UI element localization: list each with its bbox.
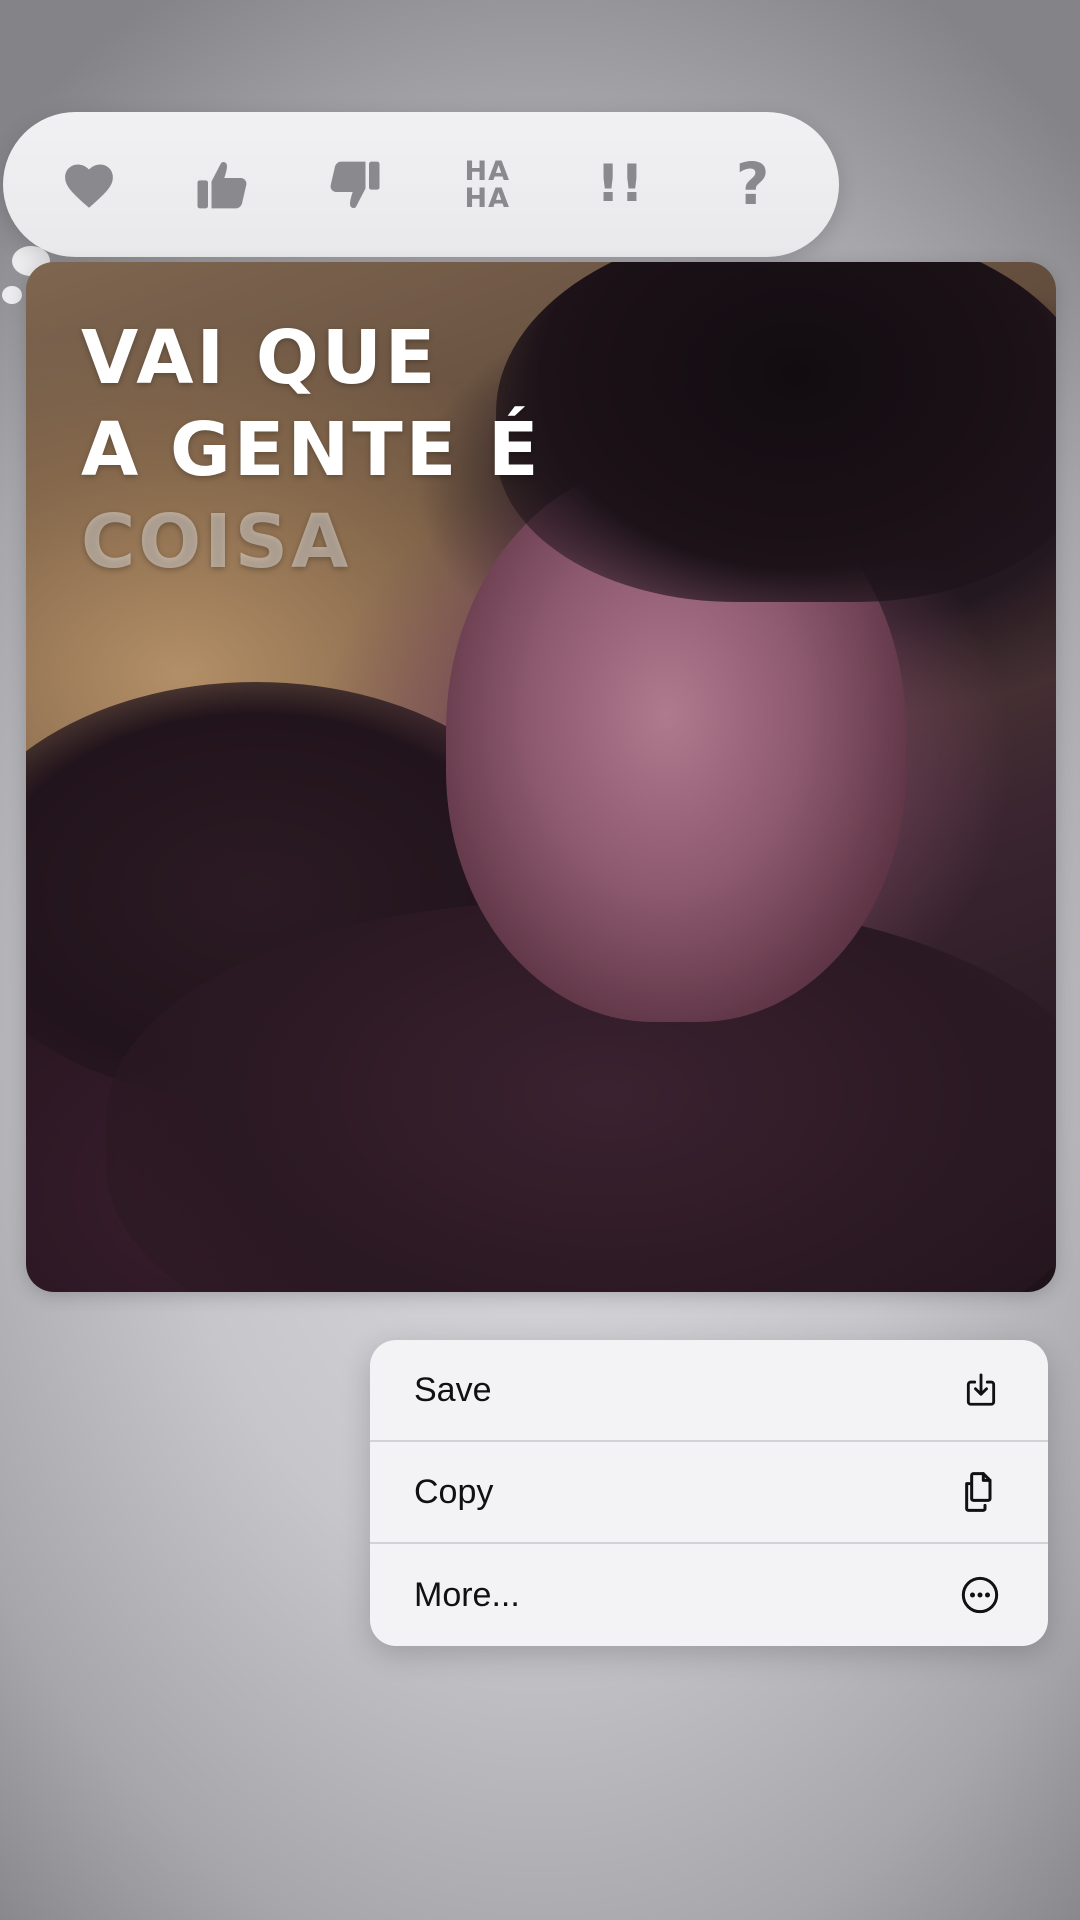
photo-hair-region — [496, 262, 1056, 602]
reaction-haha-button[interactable]: HA HA — [442, 140, 532, 230]
caption-line-2: A GENTE É — [81, 407, 542, 493]
context-menu: Save Copy More... — [370, 1340, 1048, 1646]
save-label: Save — [414, 1370, 492, 1409]
reaction-question-button[interactable]: ? — [708, 140, 798, 230]
more-menu-item[interactable]: More... — [370, 1544, 1048, 1646]
haha-line-1: HA — [464, 155, 511, 187]
caption-line-1: VAI QUE — [81, 315, 439, 401]
reaction-thumbs-down-button[interactable] — [310, 140, 400, 230]
reaction-emphasize-button[interactable]: !! — [575, 140, 665, 230]
copy-menu-item[interactable]: Copy — [370, 1442, 1048, 1544]
save-menu-item[interactable]: Save — [370, 1340, 1048, 1442]
thumbs-down-icon — [326, 157, 384, 213]
reaction-thumbs-up-button[interactable] — [177, 140, 267, 230]
reaction-heart-button[interactable] — [44, 140, 134, 230]
haha-icon: HA HA — [465, 158, 511, 212]
question-mark-icon: ? — [735, 150, 770, 218]
haha-line-2: HA — [464, 182, 511, 214]
heart-icon — [61, 160, 117, 210]
save-download-icon — [962, 1370, 1000, 1410]
copy-documents-icon — [960, 1470, 1000, 1514]
tapback-reaction-bar: HA HA !! ? — [3, 112, 839, 257]
copy-label: Copy — [414, 1472, 494, 1511]
message-image[interactable]: VAI QUE A GENTE É COISA — [26, 262, 1056, 1292]
double-exclamation-icon: !! — [596, 154, 644, 214]
more-label: More... — [414, 1575, 520, 1614]
caption-line-3: COISA — [81, 499, 352, 585]
reaction-bar-tail-dot — [2, 286, 22, 304]
image-overlay-caption: VAI QUE A GENTE É COISA — [81, 312, 542, 588]
more-ellipsis-circle-icon — [960, 1575, 1000, 1615]
thumbs-up-icon — [193, 157, 251, 213]
